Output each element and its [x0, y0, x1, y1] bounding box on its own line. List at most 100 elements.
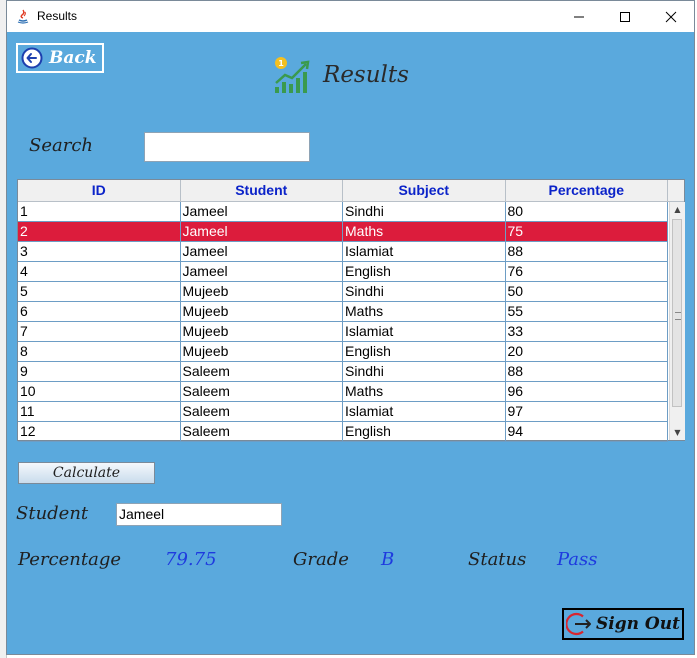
- column-header-id[interactable]: ID: [18, 180, 181, 201]
- scroll-down-icon[interactable]: ▼: [670, 425, 685, 440]
- title-bar: Results: [7, 1, 694, 32]
- results-table: ID Student Subject Percentage 1 Jameel Sin…: [17, 179, 685, 442]
- cell-id[interactable]: 10: [18, 382, 181, 401]
- table-row[interactable]: 5 Mujeeb Sindhi 50: [18, 282, 668, 302]
- cell-percentage[interactable]: 97: [506, 402, 668, 421]
- cell-id[interactable]: 3: [18, 242, 181, 261]
- table-row[interactable]: 9 Saleem Sindhi 88: [18, 362, 668, 382]
- cell-percentage[interactable]: 94: [506, 422, 668, 441]
- status-label: Status: [468, 549, 527, 570]
- cell-student[interactable]: Saleem: [181, 362, 343, 381]
- table-row[interactable]: 10 Saleem Maths 96: [18, 382, 668, 402]
- growth-chart-icon: 1: [275, 57, 310, 93]
- minimize-button[interactable]: [556, 1, 602, 32]
- cell-subject[interactable]: English: [343, 262, 506, 281]
- cell-percentage[interactable]: 76: [506, 262, 668, 281]
- table-row[interactable]: 11 Saleem Islamiat 97: [18, 402, 668, 422]
- cell-student[interactable]: Saleem: [181, 382, 343, 401]
- table-body: 1 Jameel Sindhi 80 2 Jameel Maths 75 3 Jameel Isla…: [18, 202, 668, 442]
- cell-student[interactable]: Saleem: [181, 402, 343, 421]
- close-icon: [665, 11, 677, 22]
- cell-student[interactable]: Jameel: [181, 202, 343, 221]
- cell-subject[interactable]: Islamiat: [343, 322, 506, 341]
- cell-student[interactable]: Mujeeb: [181, 302, 343, 321]
- scrollbar-thumb[interactable]: [672, 219, 682, 407]
- maximize-button[interactable]: [602, 1, 648, 32]
- cell-percentage[interactable]: 50: [506, 282, 668, 301]
- cell-id[interactable]: 11: [18, 402, 181, 421]
- cell-percentage[interactable]: 80: [506, 202, 668, 221]
- cell-student[interactable]: Jameel: [181, 262, 343, 281]
- table-row[interactable]: 2 Jameel Maths 75: [18, 222, 668, 242]
- search-input[interactable]: [144, 132, 310, 162]
- table-row[interactable]: 4 Jameel English 76: [18, 262, 668, 282]
- scroll-up-icon[interactable]: ▲: [670, 202, 685, 217]
- maximize-icon: [620, 11, 630, 22]
- search-label: Search: [29, 135, 93, 156]
- cell-id[interactable]: 5: [18, 282, 181, 301]
- column-header-percentage[interactable]: Percentage: [506, 180, 668, 201]
- cell-student[interactable]: Mujeeb: [181, 322, 343, 341]
- student-field[interactable]: Jameel: [116, 503, 282, 526]
- vertical-scrollbar[interactable]: ▲ ▼: [669, 202, 685, 440]
- column-header-subject[interactable]: Subject: [343, 180, 506, 201]
- table-header: ID Student Subject Percentage: [18, 180, 668, 202]
- percentage-label: Percentage: [18, 549, 122, 570]
- calculate-button[interactable]: Calculate: [18, 462, 155, 484]
- grip-icon: [675, 312, 681, 320]
- cell-id[interactable]: 7: [18, 322, 181, 341]
- svg-text:1: 1: [278, 59, 284, 68]
- table-row[interactable]: 1 Jameel Sindhi 80: [18, 202, 668, 222]
- cell-student[interactable]: Jameel: [181, 242, 343, 261]
- sign-out-icon: [566, 612, 591, 636]
- cell-subject[interactable]: Islamiat: [343, 402, 506, 421]
- cell-id[interactable]: 4: [18, 262, 181, 281]
- cell-subject[interactable]: English: [343, 422, 506, 441]
- cell-percentage[interactable]: 96: [506, 382, 668, 401]
- cell-subject[interactable]: Sindhi: [343, 282, 506, 301]
- cell-percentage[interactable]: 20: [506, 342, 668, 361]
- cell-id[interactable]: 12: [18, 422, 181, 441]
- table-row[interactable]: 3 Jameel Islamiat 88: [18, 242, 668, 262]
- results-window: Results Back 1 Results Search ID Student…: [6, 0, 695, 655]
- cell-percentage[interactable]: 88: [506, 242, 668, 261]
- cell-student[interactable]: Mujeeb: [181, 282, 343, 301]
- cell-id[interactable]: 2: [18, 222, 181, 241]
- cell-percentage[interactable]: 33: [506, 322, 668, 341]
- cell-percentage[interactable]: 88: [506, 362, 668, 381]
- percentage-value: 79.75: [165, 549, 217, 570]
- cell-percentage[interactable]: 75: [506, 222, 668, 241]
- cell-subject[interactable]: English: [343, 342, 506, 361]
- page-title: Results: [323, 62, 409, 88]
- cell-subject[interactable]: Maths: [343, 382, 506, 401]
- cell-percentage[interactable]: 55: [506, 302, 668, 321]
- table-row[interactable]: 12 Saleem English 94: [18, 422, 668, 442]
- back-button[interactable]: Back: [16, 43, 104, 73]
- cell-subject[interactable]: Maths: [343, 302, 506, 321]
- cell-subject[interactable]: Maths: [343, 222, 506, 241]
- window-title: Results: [37, 9, 78, 23]
- cell-student[interactable]: Mujeeb: [181, 342, 343, 361]
- status-value: Pass: [557, 549, 598, 570]
- grade-label: Grade: [293, 549, 349, 570]
- sign-out-label: Sign Out: [596, 614, 680, 634]
- cell-student[interactable]: Saleem: [181, 422, 343, 441]
- window-content: Back 1 Results Search ID Student Subject…: [7, 32, 694, 654]
- cell-id[interactable]: 9: [18, 362, 181, 381]
- arrow-left-circle-icon: [21, 47, 43, 69]
- sign-out-button[interactable]: Sign Out: [562, 608, 684, 640]
- cell-subject[interactable]: Islamiat: [343, 242, 506, 261]
- cell-subject[interactable]: Sindhi: [343, 202, 506, 221]
- table-row[interactable]: 7 Mujeeb Islamiat 33: [18, 322, 668, 342]
- close-button[interactable]: [648, 1, 694, 32]
- grade-value: B: [381, 549, 395, 570]
- cell-id[interactable]: 8: [18, 342, 181, 361]
- cell-subject[interactable]: Sindhi: [343, 362, 506, 381]
- table-row[interactable]: 8 Mujeeb English 20: [18, 342, 668, 362]
- cell-id[interactable]: 1: [18, 202, 181, 221]
- cell-student[interactable]: Jameel: [181, 222, 343, 241]
- cell-id[interactable]: 6: [18, 302, 181, 321]
- column-header-student[interactable]: Student: [181, 180, 343, 201]
- minimize-icon: [574, 16, 584, 17]
- table-row[interactable]: 6 Mujeeb Maths 55: [18, 302, 668, 322]
